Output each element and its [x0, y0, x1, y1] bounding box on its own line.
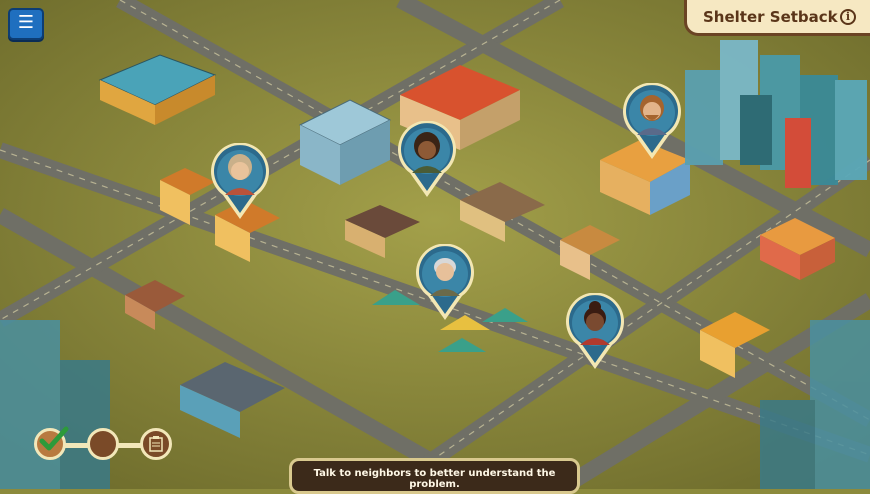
map-pin-icon — [211, 143, 269, 219]
step-locked[interactable] — [140, 428, 172, 460]
step-complete[interactable] — [34, 426, 69, 460]
neighbor-pin-girl-braids[interactable] — [396, 121, 458, 199]
game-title: Shelter Setback — [703, 7, 838, 26]
map-pin-icon — [623, 83, 681, 159]
map-pin-icon — [566, 293, 624, 369]
map-pin-icon — [416, 244, 474, 320]
neighbor-pin-woman-bun[interactable] — [564, 293, 626, 371]
neighbor-pin-woman-scarf[interactable] — [209, 143, 271, 221]
info-icon[interactable]: i — [840, 8, 856, 25]
map-pin-icon — [398, 121, 456, 197]
progress-tracker — [30, 426, 180, 466]
clipboard-icon — [149, 436, 163, 452]
menu-button[interactable]: ☰ — [8, 8, 44, 40]
step-current[interactable] — [87, 428, 119, 460]
hamburger-menu-icon: ☰ — [17, 12, 35, 33]
title-panel: Shelter Setback i — [684, 0, 870, 36]
checkmark-icon — [39, 426, 69, 451]
neighbor-pin-bearded-man[interactable] — [621, 83, 683, 161]
neighbor-pin-older-man[interactable] — [414, 244, 476, 322]
